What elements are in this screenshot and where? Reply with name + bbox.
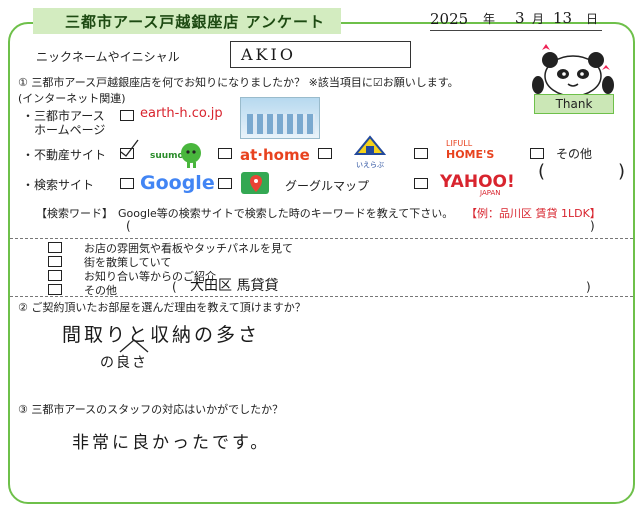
offline-checkbox-1[interactable] <box>48 242 62 253</box>
nickname-label: ニックネームやイニシャル <box>36 50 180 64</box>
q2-answer-line1: 間取りと収納の多さ <box>62 324 261 346</box>
homepage-screenshot <box>240 97 320 139</box>
date-day: 13 <box>553 9 573 27</box>
yahoo-checkbox[interactable] <box>414 178 428 189</box>
survey-title: 三都市アース戸越銀座店 アンケート <box>33 8 341 34</box>
keyword-label: 【検索ワード】 <box>36 207 113 220</box>
survey-sheet: 三都市アース戸越銀座店 アンケート 2025 年 3 月 13 日 ニックネーム… <box>0 0 640 509</box>
other-site-paren-close: ) <box>618 161 626 182</box>
keyword-paren-close: ) <box>590 219 595 233</box>
lifull-checkbox[interactable] <box>414 148 428 159</box>
divider <box>10 296 633 297</box>
homepage-label-2: ホームページ <box>34 123 106 137</box>
nickname-field[interactable]: AKIO <box>230 41 411 68</box>
q2-answer-line2: の良さ <box>100 355 148 371</box>
thank-badge: Thank <box>534 94 614 114</box>
date-year-unit: 年 <box>483 12 496 26</box>
ieichi-label: いえらぶ <box>356 161 384 169</box>
nickname-value: AKIO <box>241 45 296 64</box>
ieichi-logo: いえらぶ <box>352 134 388 169</box>
map-pin-icon <box>241 172 269 194</box>
date-year: 2025 <box>430 10 469 28</box>
search-label: ・検索サイト <box>22 178 95 192</box>
other-site-checkbox[interactable] <box>530 148 544 159</box>
keyword-example: 【例：品川区 賃貸 1LDK】 <box>466 207 601 220</box>
internet-label: (インターネット関連) <box>18 92 126 105</box>
homepage-site: earth-h.co.jp <box>140 106 223 121</box>
date-day-unit: 日 <box>586 12 599 26</box>
ieichi-checkbox[interactable] <box>318 148 332 159</box>
lifull-logo: HOME'S <box>446 148 495 161</box>
google-checkbox[interactable] <box>120 178 134 189</box>
athome-checkbox[interactable] <box>218 148 232 159</box>
date-month: 3 <box>515 9 525 27</box>
homepage-checkbox[interactable] <box>120 110 134 121</box>
offline-paren-open: ( <box>172 280 177 294</box>
other-site-label: その他 <box>556 147 593 161</box>
offline-checkbox-3[interactable] <box>48 270 62 281</box>
divider <box>10 238 633 239</box>
offline-checkbox-2[interactable] <box>48 256 62 267</box>
google-logo: Google <box>140 172 215 194</box>
q2-question: ② ご契約頂いたお部屋を選んだ理由を教えて頂けますか？ <box>18 301 306 314</box>
keyword-paren-open: ( <box>126 219 131 233</box>
house-icon <box>353 135 387 155</box>
athome-logo: at·home <box>240 146 310 164</box>
suumo-mascot-icon <box>181 143 201 168</box>
panda-mascot: Thank <box>528 30 618 122</box>
check-mark-icon <box>120 139 139 157</box>
offline-other-answer: 大田区 馬貸貸 <box>190 278 279 294</box>
googlemap-label: グーグルマップ <box>285 179 370 193</box>
lifull-logo-top: LIFULL <box>446 139 473 148</box>
yahoo-sub: JAPAN <box>480 189 501 197</box>
yahoo-logo: YAHOO! <box>440 172 515 192</box>
googlemap-checkbox[interactable] <box>218 178 232 189</box>
q3-question: ③ 三都市アースのスタッフの対応はいかがでしたか？ <box>18 403 284 416</box>
offline-checkbox-4[interactable] <box>48 284 62 295</box>
q1-question: ① 三都市アース戸越銀座店を何でお知りになりましたか？ ※該当項目に☑お願いしま… <box>18 76 459 89</box>
realestate-label: ・不動産サイト <box>22 148 107 162</box>
offline-paren-close: ) <box>586 280 591 294</box>
keyword-desc: Google等の検索サイトで検索した時のキーワードを教えて下さい。 <box>118 207 454 220</box>
date-month-unit: 月 <box>532 12 545 26</box>
other-site-paren-open: ( <box>538 161 546 182</box>
q3-answer: 非常に良かったです。 <box>72 433 271 453</box>
